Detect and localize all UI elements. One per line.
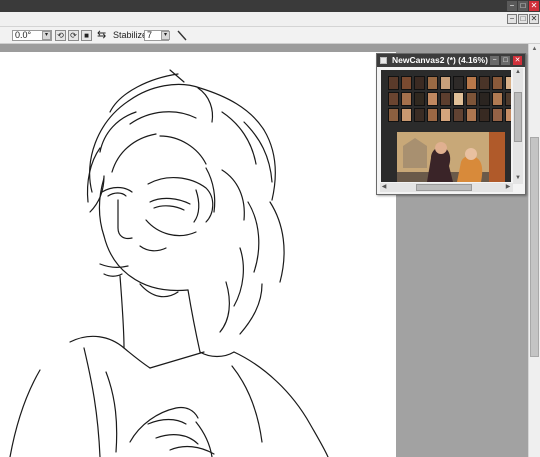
navigator-title: NewCanvas2 (*) (4.16%) — [392, 55, 488, 65]
reference-thumbnail — [401, 76, 412, 90]
reference-thumbnail — [479, 108, 490, 122]
pen-pressure-icon[interactable] — [176, 30, 188, 41]
flip-horizontal-icon[interactable]: ⇆ — [97, 29, 106, 42]
reference-thumbnail — [427, 92, 438, 106]
reference-thumbnail — [505, 76, 511, 90]
navigator-scroll-up-icon[interactable]: ▲ — [514, 68, 522, 76]
app-title-bar: − □ ✕ — [0, 0, 540, 12]
workspace-top-margin — [0, 44, 528, 52]
reference-thumbnail — [466, 76, 477, 90]
reference-thumbnail — [388, 76, 399, 90]
reference-thumbnail — [414, 76, 425, 90]
document-restore-button[interactable]: □ — [518, 14, 528, 24]
vertical-scroll-thumb[interactable] — [530, 137, 539, 357]
rotate-right-icon[interactable]: ⟳ — [68, 30, 79, 41]
reference-thumbnail — [388, 92, 399, 106]
canvas-document-icon — [380, 57, 387, 64]
reference-thumbnail — [466, 108, 477, 122]
navigator-maximize-button[interactable]: □ — [501, 56, 510, 65]
reference-thumbnail — [401, 108, 412, 122]
reference-thumbnail — [453, 92, 464, 106]
rotate-left-icon[interactable]: ⟲ — [55, 30, 66, 41]
reference-scene-image — [397, 132, 505, 182]
navigator-scroll-left-icon[interactable]: ◀ — [380, 183, 388, 191]
window-close-button[interactable]: ✕ — [529, 1, 539, 11]
reference-thumbnail — [505, 92, 511, 106]
reference-thumbnail — [479, 92, 490, 106]
reference-thumbnail — [401, 92, 412, 106]
reference-thumbnail — [492, 76, 503, 90]
window-minimize-button[interactable]: − — [507, 1, 517, 11]
navigator-scroll-down-icon[interactable]: ▼ — [514, 174, 522, 182]
vertical-scrollbar[interactable]: ▲ — [528, 44, 540, 457]
navigator-scroll-right-icon[interactable]: ▶ — [504, 183, 512, 191]
navigator-horizontal-scrollbar[interactable]: ◀ ▶ — [380, 183, 513, 192]
navigator-minimize-button[interactable]: − — [490, 56, 499, 65]
reference-thumbnail — [505, 108, 511, 122]
navigator-preview[interactable] — [381, 70, 511, 182]
document-close-button[interactable]: ✕ — [529, 14, 539, 24]
reference-thumbnail — [427, 76, 438, 90]
reference-thumbnail — [414, 108, 425, 122]
reference-thumbnail — [388, 108, 399, 122]
reference-thumbnail — [492, 108, 503, 122]
navigator-horizontal-thumb[interactable] — [416, 184, 472, 191]
line-art-sketch — [9, 69, 329, 457]
angle-dropdown-button[interactable]: ▾ — [42, 31, 51, 40]
reference-thumbnail — [479, 76, 490, 90]
reference-thumbnail — [414, 92, 425, 106]
reference-thumbnail — [440, 108, 451, 122]
navigator-panel: NewCanvas2 (*) (4.16%) − □ ✕ ▲ ▼ ◀ ▶ — [376, 53, 526, 195]
reference-thumbnail — [453, 108, 464, 122]
menu-strip: − □ ✕ — [0, 12, 540, 27]
reference-thumbnail — [466, 92, 477, 106]
reference-thumbnail — [492, 92, 503, 106]
reset-rotation-icon[interactable]: ■ — [81, 30, 92, 41]
scroll-up-arrow-icon[interactable]: ▲ — [530, 45, 539, 53]
reference-thumbnail — [427, 108, 438, 122]
navigator-vertical-scrollbar[interactable]: ▲ ▼ — [513, 68, 523, 184]
window-maximize-button[interactable]: □ — [518, 1, 528, 11]
tool-options-bar: 0.0° ▾ ⟲ ⟳ ■ ⇆ Stabilizer 7 ▾ — [0, 27, 540, 67]
stabilizer-dropdown-button[interactable]: ▾ — [161, 31, 170, 40]
drawing-canvas[interactable] — [0, 52, 396, 457]
navigator-close-button[interactable]: ✕ — [513, 56, 522, 65]
reference-thumbnail — [440, 76, 451, 90]
navigator-vertical-thumb[interactable] — [514, 92, 522, 142]
reference-thumbnail — [440, 92, 451, 106]
document-minimize-button[interactable]: − — [507, 14, 517, 24]
navigator-title-bar[interactable]: NewCanvas2 (*) (4.16%) − □ ✕ — [377, 54, 525, 67]
reference-thumbnail — [453, 76, 464, 90]
